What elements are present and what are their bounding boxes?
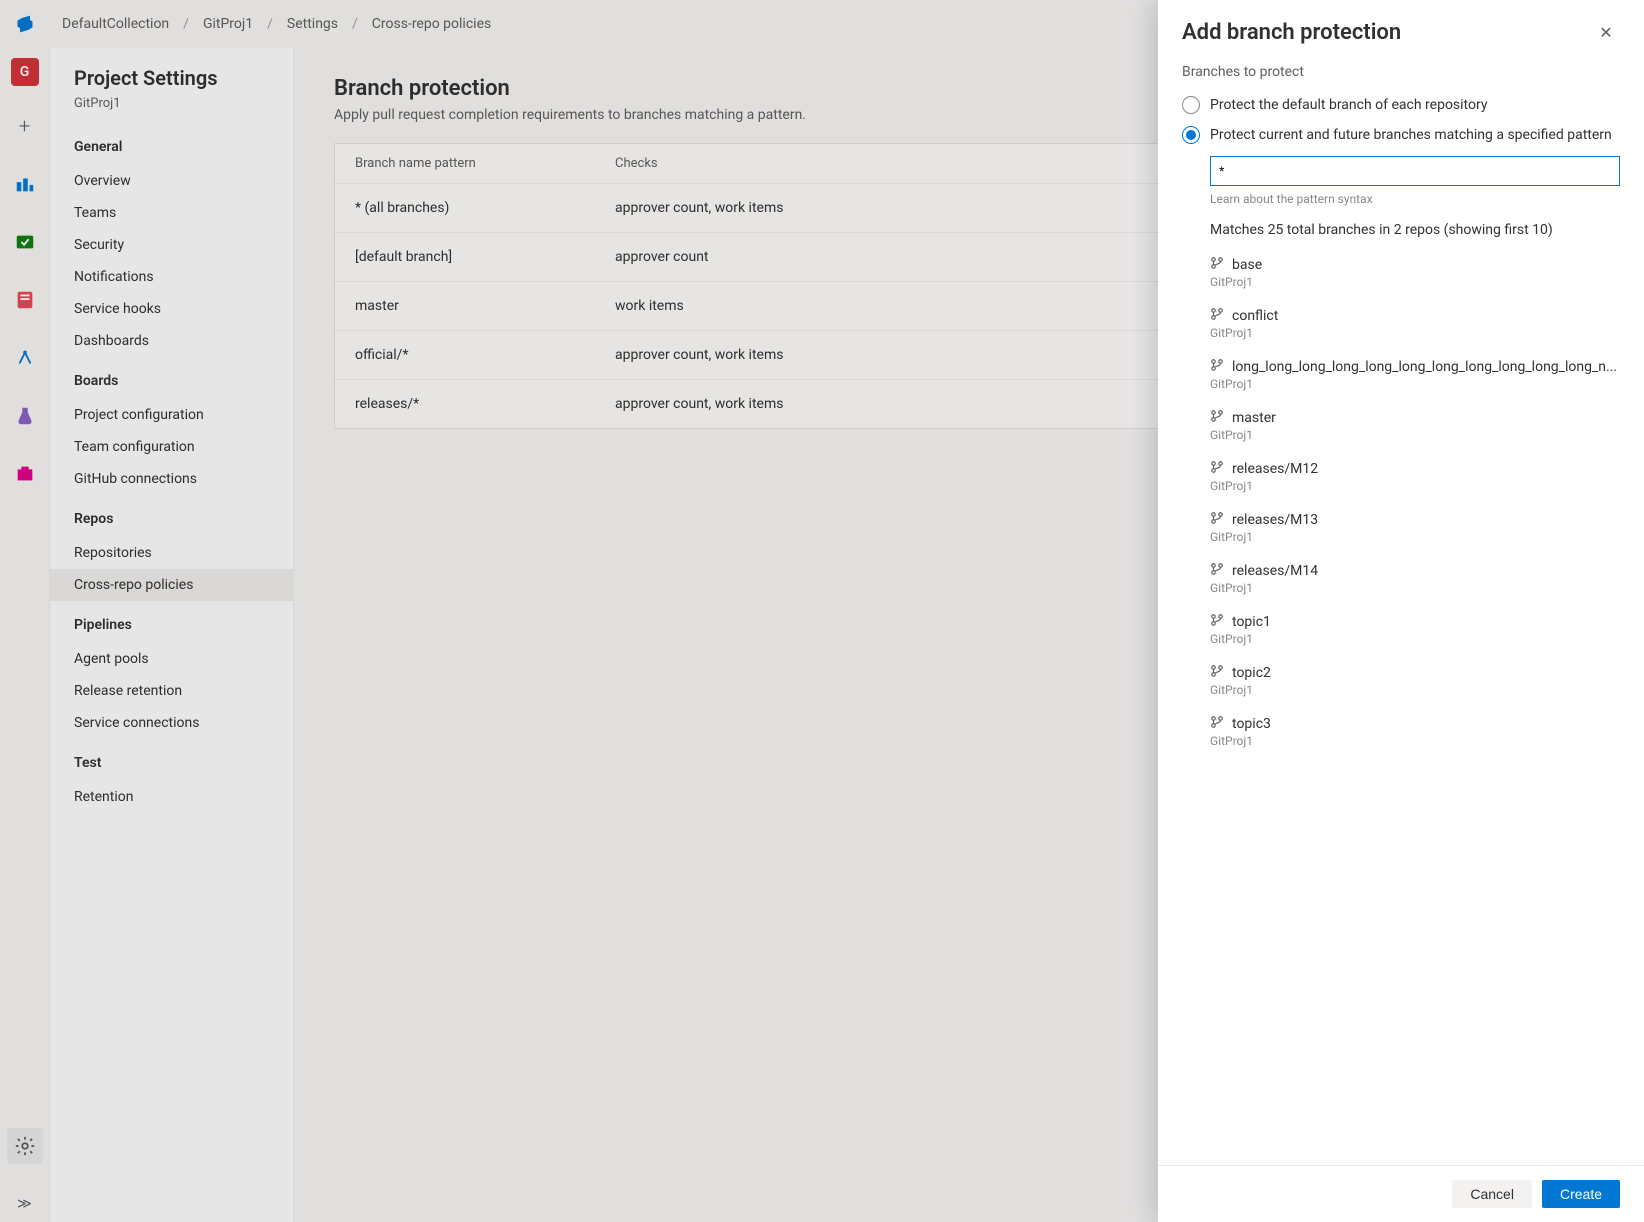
branch-repo: GitProj1 bbox=[1210, 683, 1620, 697]
branch-match-item[interactable]: base GitProj1 bbox=[1210, 248, 1620, 299]
branch-name: releases/M14 bbox=[1232, 563, 1318, 579]
branch-icon bbox=[1210, 460, 1224, 477]
cancel-button[interactable]: Cancel bbox=[1452, 1180, 1532, 1208]
branch-icon bbox=[1210, 511, 1224, 528]
radio-protect-pattern[interactable]: Protect current and future branches matc… bbox=[1182, 120, 1620, 150]
branch-icon bbox=[1210, 256, 1224, 273]
branch-match-item[interactable]: releases/M12 GitProj1 bbox=[1210, 452, 1620, 503]
branch-icon bbox=[1210, 715, 1224, 732]
branch-match-item[interactable]: topic3 GitProj1 bbox=[1210, 707, 1620, 758]
branch-name: topic3 bbox=[1232, 716, 1271, 732]
branch-icon bbox=[1210, 664, 1224, 681]
branch-name: conflict bbox=[1232, 308, 1278, 324]
branch-match-item[interactable]: releases/M14 GitProj1 bbox=[1210, 554, 1620, 605]
create-button[interactable]: Create bbox=[1542, 1180, 1620, 1208]
branch-name: base bbox=[1232, 257, 1262, 273]
branch-icon bbox=[1210, 307, 1224, 324]
branch-repo: GitProj1 bbox=[1210, 479, 1620, 493]
branch-name: releases/M13 bbox=[1232, 512, 1318, 528]
branch-repo: GitProj1 bbox=[1210, 326, 1620, 340]
branch-match-item[interactable]: topic1 GitProj1 bbox=[1210, 605, 1620, 656]
branch-match-item[interactable]: master GitProj1 bbox=[1210, 401, 1620, 452]
branch-repo: GitProj1 bbox=[1210, 632, 1620, 646]
branch-name: long_long_long_long_long_long_long_long_… bbox=[1232, 359, 1617, 375]
branch-repo: GitProj1 bbox=[1210, 530, 1620, 544]
branch-name: master bbox=[1232, 410, 1276, 426]
branch-repo: GitProj1 bbox=[1210, 428, 1620, 442]
match-summary: Matches 25 total branches in 2 repos (sh… bbox=[1210, 222, 1620, 238]
branch-icon bbox=[1210, 562, 1224, 579]
radio-label: Protect current and future branches matc… bbox=[1210, 127, 1612, 143]
branch-match-item[interactable]: long_long_long_long_long_long_long_long_… bbox=[1210, 350, 1620, 401]
radio-protect-default[interactable]: Protect the default branch of each repos… bbox=[1182, 90, 1620, 120]
branch-repo: GitProj1 bbox=[1210, 581, 1620, 595]
branch-name: releases/M12 bbox=[1232, 461, 1318, 477]
add-branch-protection-panel: Add branch protection ✕ Branches to prot… bbox=[1158, 0, 1644, 1222]
branch-icon bbox=[1210, 358, 1224, 375]
branch-match-list: base GitProj1 conflict GitProj1 long_long_lo… bbox=[1210, 248, 1620, 758]
branch-icon bbox=[1210, 613, 1224, 630]
branch-name: topic2 bbox=[1232, 665, 1271, 681]
branch-match-item[interactable]: releases/M13 GitProj1 bbox=[1210, 503, 1620, 554]
pattern-syntax-help-link[interactable]: Learn about the pattern syntax bbox=[1210, 192, 1620, 206]
branch-icon bbox=[1210, 409, 1224, 426]
radio-label: Protect the default branch of each repos… bbox=[1210, 97, 1487, 113]
branch-pattern-input[interactable] bbox=[1210, 156, 1620, 186]
branch-repo: GitProj1 bbox=[1210, 734, 1620, 748]
branch-match-item[interactable]: conflict GitProj1 bbox=[1210, 299, 1620, 350]
radio-icon bbox=[1182, 96, 1200, 114]
radio-icon bbox=[1182, 126, 1200, 144]
branch-repo: GitProj1 bbox=[1210, 377, 1620, 391]
branch-repo: GitProj1 bbox=[1210, 275, 1620, 289]
close-icon[interactable]: ✕ bbox=[1592, 18, 1620, 46]
branch-name: topic1 bbox=[1232, 614, 1271, 630]
branch-match-item[interactable]: topic2 GitProj1 bbox=[1210, 656, 1620, 707]
panel-title: Add branch protection bbox=[1182, 20, 1401, 45]
field-label-branches: Branches to protect bbox=[1182, 64, 1620, 80]
